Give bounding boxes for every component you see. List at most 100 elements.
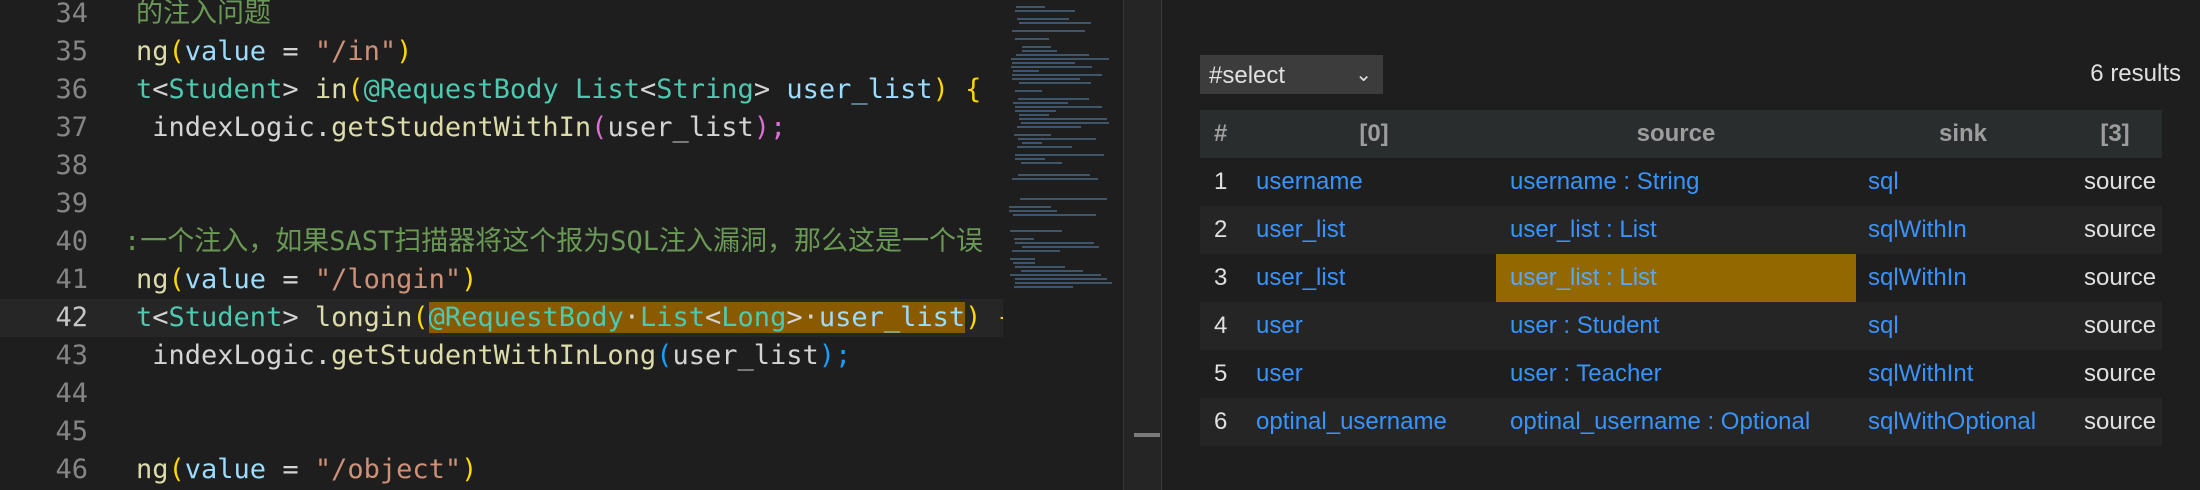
minimap-line <box>1019 114 1049 116</box>
result-link[interactable]: user <box>1256 350 1492 398</box>
code-line[interactable]: 34 的注入问题 <box>0 0 1003 33</box>
line-number: 34 <box>55 0 88 29</box>
source-link[interactable]: user : Student <box>1496 302 1856 350</box>
sink-link[interactable]: sqlWithInt <box>1856 350 2070 398</box>
row-index: 6 <box>1214 408 1228 435</box>
result-link[interactable]: user <box>1256 302 1492 350</box>
line-number: 41 <box>55 264 88 295</box>
result-message: source <box>2084 312 2157 339</box>
code-text: ng(value = "/object") <box>136 454 478 485</box>
table-row[interactable]: 2 user_list user_list : List sqlWithIn s… <box>1200 206 2162 254</box>
result-link[interactable]: user_list <box>1256 206 1492 254</box>
minimap-line <box>1012 178 1098 180</box>
code-text: ng(value = "/longin") <box>136 264 478 295</box>
code-text: :一个注入，如果SAST扫描器将这个报为SQL注入漏洞，那么这是一个误 <box>124 223 983 261</box>
table-row[interactable]: 1 username username : String sql source <box>1200 158 2162 206</box>
selection-highlight: @RequestBody·List<Long>·user_list <box>428 302 966 333</box>
code-line[interactable]: 45 <box>0 413 1003 451</box>
source-link[interactable]: user : Teacher <box>1496 350 1856 398</box>
code-line[interactable]: 36 t<Student> in(@RequestBody List<Strin… <box>0 71 1003 109</box>
sink-link[interactable]: sqlWithIn <box>1856 206 2070 254</box>
code-line[interactable]: 35 ng(value = "/in") <box>0 33 1003 71</box>
line-number: 43 <box>55 340 88 371</box>
result-link[interactable]: username <box>1256 158 1492 206</box>
result-message: source <box>2084 264 2157 291</box>
minimap-line <box>1015 154 1104 156</box>
minimap-line <box>1013 262 1035 264</box>
sink-link[interactable]: sql <box>1856 302 2070 350</box>
minimap-line <box>1018 138 1096 140</box>
column-header[interactable]: # <box>1214 110 1244 158</box>
line-number: 40 <box>55 226 88 257</box>
code-line[interactable]: 44 <box>0 375 1003 413</box>
source-link-selected[interactable]: user_list : List <box>1496 254 1856 302</box>
line-number: 39 <box>55 188 88 219</box>
minimap-line <box>1015 38 1049 40</box>
minimap-line <box>1022 46 1051 48</box>
result-message: source <box>2084 360 2157 387</box>
editor-scrollbar[interactable] <box>1123 0 1162 490</box>
minimap-line <box>1021 122 1109 124</box>
line-number: 38 <box>55 150 88 181</box>
minimap-line <box>1017 18 1069 20</box>
minimap-line <box>1011 58 1109 60</box>
sink-link[interactable]: sql <box>1856 158 2070 206</box>
table-header: # [0] source sink [3] <box>1200 110 2162 158</box>
result-count: 6 results <box>2090 60 2181 87</box>
code-line[interactable]: 38 <box>0 147 1003 185</box>
minimap-line <box>1016 54 1089 56</box>
minimap-line <box>1015 158 1045 160</box>
row-index: 1 <box>1214 168 1228 195</box>
code-text: t<Student> in(@RequestBody List<String> … <box>136 74 982 105</box>
sink-link[interactable]: sqlWithOptional <box>1856 398 2070 446</box>
minimap-line <box>1010 274 1101 276</box>
minimap-line <box>1015 266 1065 268</box>
source-link[interactable]: user_list : List <box>1496 206 1856 254</box>
result-set-select[interactable]: #select ⌄ <box>1200 55 1383 94</box>
column-header[interactable]: [3] <box>2070 110 2160 158</box>
sink-link[interactable]: sqlWithIn <box>1856 254 2070 302</box>
editor-minimap[interactable] <box>1003 0 1123 490</box>
table-row-selected[interactable]: 3 user_list user_list : List sqlWithIn s… <box>1200 254 2162 302</box>
code-line[interactable]: 46 ng(value = "/object") <box>0 451 1003 489</box>
code-text: ng(value = "/in") <box>136 36 413 67</box>
line-number: 46 <box>55 454 88 485</box>
table-row[interactable]: 5 user user : Teacher sqlWithInt source <box>1200 350 2162 398</box>
code-line[interactable]: 39 <box>0 185 1003 223</box>
source-link[interactable]: optinal_username : Optional <box>1496 398 1856 446</box>
table-row[interactable]: 4 user user : Student sql source <box>1200 302 2162 350</box>
minimap-line <box>1019 118 1107 120</box>
line-number: 35 <box>55 36 88 67</box>
minimap-line <box>1015 282 1112 284</box>
minimap-line <box>1015 90 1042 92</box>
minimap-line <box>1016 6 1045 8</box>
result-set-value: #select <box>1209 62 1286 89</box>
table-row[interactable]: 6 optinal_username optinal_username : Op… <box>1200 398 2162 446</box>
scrollbar-thumb[interactable] <box>1134 433 1160 437</box>
code-line[interactable]: 43 indexLogic.getStudentWithInLong(user_… <box>0 337 1003 375</box>
minimap-line <box>1022 50 1057 52</box>
minimap-line <box>1012 250 1060 252</box>
minimap-line <box>1020 198 1107 200</box>
code-line[interactable]: 40 :一个注入，如果SAST扫描器将这个报为SQL注入漏洞，那么这是一个误 <box>0 223 1003 261</box>
minimap-line <box>1017 146 1072 148</box>
code-text: indexLogic.getStudentWithInLong(user_lis… <box>136 340 852 371</box>
result-link[interactable]: optinal_username <box>1256 398 1492 446</box>
column-header[interactable]: sink <box>1856 110 2070 158</box>
code-line[interactable]: 37 indexLogic.getStudentWithIn(user_list… <box>0 109 1003 147</box>
minimap-line <box>1011 66 1092 68</box>
minimap-line <box>1021 162 1062 164</box>
code-line-current[interactable]: 42 t<Student> longin(@RequestBody·List<L… <box>0 299 1003 337</box>
minimap-line <box>1012 30 1085 32</box>
source-link[interactable]: username : String <box>1496 158 1856 206</box>
code-comment: 的注入问题 <box>136 0 271 29</box>
minimap-line <box>1019 22 1091 24</box>
line-number: 36 <box>55 74 88 105</box>
code-line[interactable]: 41 ng(value = "/longin") <box>0 261 1003 299</box>
column-header[interactable]: [0] <box>1256 110 1492 158</box>
column-header[interactable]: source <box>1496 110 1856 158</box>
minimap-line <box>1013 102 1068 104</box>
code-editor[interactable]: 34 的注入问题 35 ng(value = "/in") 36 t<Stude… <box>0 0 1003 490</box>
result-message: source <box>2084 168 2157 195</box>
result-link[interactable]: user_list <box>1256 254 1492 302</box>
